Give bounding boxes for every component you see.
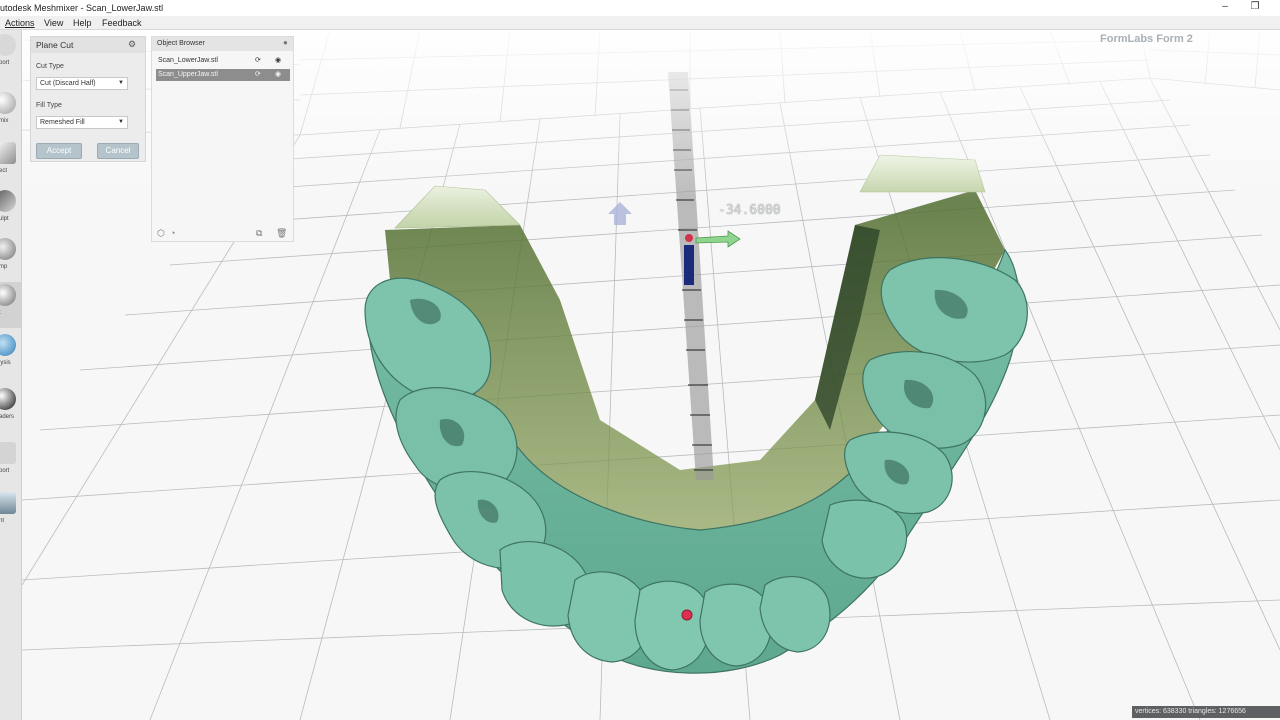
stamp-icon (0, 238, 16, 260)
tool-label: port (0, 468, 10, 474)
object-row-upperjaw[interactable]: Scan_UpperJaw.stl ⟳ ◉ (156, 69, 290, 81)
menu-feedback[interactable]: Feedback (100, 17, 144, 29)
export-icon (0, 442, 16, 464)
meshmixer-window: Autodesk Meshmixer - Scan_LowerJaw.stl –… (0, 0, 1280, 720)
lock-icon[interactable]: ⟳ (255, 69, 261, 81)
plane-translate-handle[interactable] (684, 245, 694, 285)
minimize-button[interactable]: – (1210, 0, 1240, 16)
cut-type-label: Cut Type (36, 63, 64, 70)
fill-type-select[interactable]: Remeshed Fill ▼ (36, 116, 128, 129)
plane-origin-handle[interactable] (685, 234, 693, 242)
tool-select[interactable]: ect (0, 140, 21, 186)
title-bar: Autodesk Meshmixer - Scan_LowerJaw.stl –… (0, 0, 1280, 16)
measurement-readout: -34.6000 (718, 203, 781, 218)
cut-type-value: Cut (Discard Half) (40, 80, 96, 87)
tool-label: ulpt (0, 216, 9, 222)
cancel-button[interactable]: Cancel (97, 143, 139, 159)
chevron-down-icon: ▼ (118, 80, 124, 86)
cut-type-select[interactable]: Cut (Discard Half) ▼ (36, 77, 128, 90)
eye-icon[interactable]: ◉ (275, 55, 281, 67)
tool-label: mp (0, 264, 8, 270)
tool-stamp[interactable]: mp (0, 236, 21, 282)
tool-export[interactable]: port (0, 440, 21, 486)
tool-shaders[interactable]: aders (0, 386, 21, 432)
select-icon (0, 142, 16, 164)
object-browser-panel: Object Browser ● Scan_LowerJaw.stl ⟳ ◉ S… (151, 36, 294, 242)
meshmix-icon (0, 92, 16, 114)
tool-label: ect (0, 168, 8, 174)
tool-edit[interactable]: t (0, 282, 21, 328)
eye-icon[interactable]: ◉ (275, 69, 281, 81)
tool-label: mix (0, 118, 9, 124)
tool-label: nt (0, 518, 5, 524)
object-name: Scan_LowerJaw.stl (158, 57, 218, 64)
plane-cut-panel: Plane Cut ⚙ Cut Type Cut (Discard Half) … (30, 36, 146, 162)
shaders-icon (0, 388, 16, 410)
tool-label: aders (0, 414, 15, 420)
panel-header: Plane Cut ⚙ (31, 37, 145, 53)
object-row-lowerjaw[interactable]: Scan_LowerJaw.stl ⟳ ◉ (156, 55, 290, 67)
tool-meshmix[interactable]: mix (0, 90, 21, 136)
lock-icon[interactable]: ⟳ (255, 55, 261, 67)
tool-label: port (0, 60, 10, 66)
tool-analysis[interactable]: lysis (0, 332, 21, 378)
object-browser-title: Object Browser (157, 40, 205, 47)
menu-view[interactable]: View (42, 17, 65, 29)
left-toolbar: port mix ect ulpt mp t lysis aders (0, 30, 22, 720)
gear-icon[interactable]: ⚙ (128, 39, 136, 50)
tool-label: t (0, 310, 1, 316)
object-name: Scan_UpperJaw.stl (158, 71, 218, 78)
clock-icon[interactable]: ◔ (170, 228, 175, 238)
plane-pivot-point[interactable] (681, 609, 693, 621)
window-title: Autodesk Meshmixer - Scan_LowerJaw.stl (0, 3, 164, 13)
duplicate-icon[interactable]: ⧉ (256, 228, 262, 239)
arrow-right-icon[interactable] (695, 230, 741, 248)
analysis-icon (0, 334, 16, 356)
menu-actions[interactable]: Actions (3, 17, 37, 29)
import-icon (0, 34, 16, 56)
close-icon[interactable]: ● (283, 38, 288, 47)
sculpt-icon (0, 190, 16, 212)
fill-type-label: Fill Type (36, 102, 62, 109)
tool-label: lysis (0, 360, 11, 366)
menu-help[interactable]: Help (71, 17, 94, 29)
object-browser-header: Object Browser ● (152, 37, 293, 51)
accept-button[interactable]: Accept (36, 143, 82, 159)
edit-icon (0, 284, 16, 306)
tool-sculpt[interactable]: ulpt (0, 188, 21, 234)
chevron-down-icon: ▼ (118, 119, 124, 125)
cube-icon[interactable]: ⬡ (157, 228, 165, 239)
mesh-stats-bar: vertices: 638330 triangles: 1276656 (1132, 706, 1280, 718)
fill-type-value: Remeshed Fill (40, 119, 85, 126)
trash-icon[interactable]: 🗑 (276, 228, 287, 239)
tool-print[interactable]: nt (0, 490, 21, 536)
restore-button[interactable]: ❐ (1240, 0, 1270, 16)
tool-import[interactable]: port (0, 32, 21, 78)
printer-label: FormLabs Form 2 (1100, 33, 1193, 45)
arrow-up-icon[interactable] (608, 202, 632, 225)
menu-bar: Actions View Help Feedback (0, 16, 1280, 30)
print-icon (0, 492, 16, 514)
panel-title: Plane Cut (36, 40, 74, 50)
